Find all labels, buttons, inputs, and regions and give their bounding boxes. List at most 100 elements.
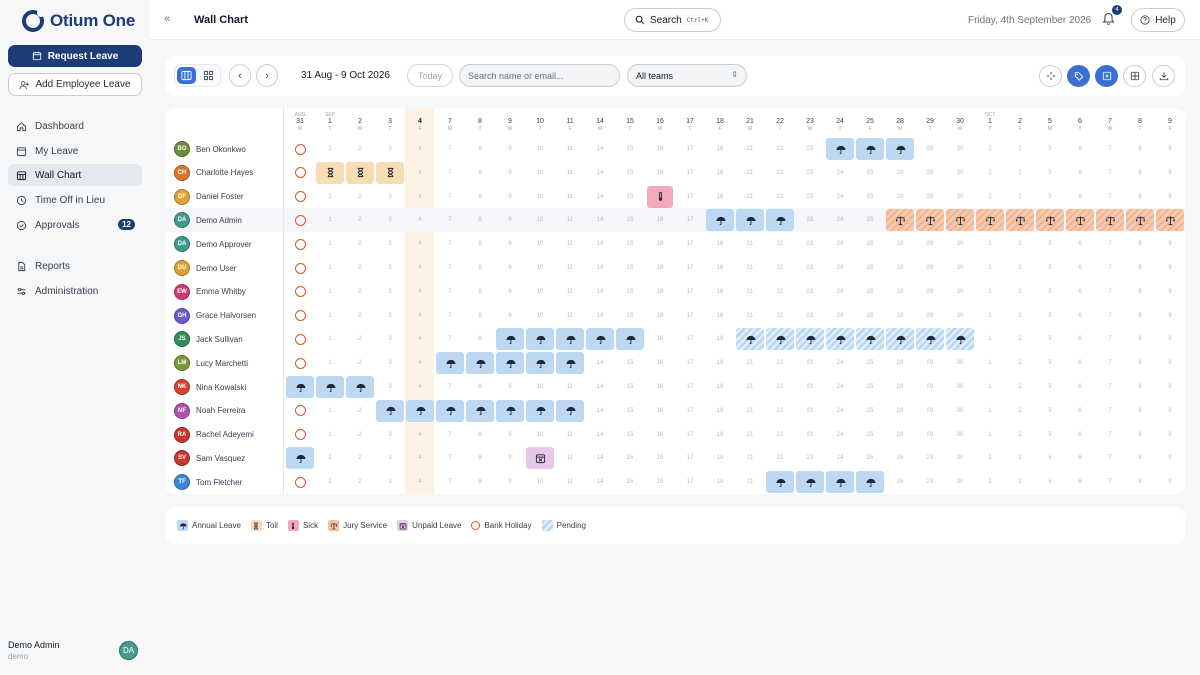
day-cell[interactable]: 10 <box>525 232 555 256</box>
day-cell[interactable]: 22 <box>765 399 795 423</box>
employee-row[interactable]: LM Lucy Marchetti <box>165 351 283 375</box>
day-cell[interactable]: 9 <box>1155 185 1185 209</box>
day-cell[interactable] <box>285 304 315 328</box>
day-cell[interactable] <box>285 327 315 351</box>
day-cell[interactable]: 8 <box>1125 280 1155 304</box>
day-cell[interactable]: 2 <box>1005 470 1035 494</box>
day-cell[interactable]: 9 <box>1155 232 1185 256</box>
day-cell[interactable]: 25 <box>855 446 885 470</box>
day-cell[interactable] <box>285 256 315 280</box>
day-cell[interactable]: 28 <box>885 232 915 256</box>
day-cell[interactable]: 2 <box>345 280 375 304</box>
next-period-button[interactable]: › <box>256 64 278 87</box>
leave-chip-jury[interactable] <box>916 209 944 232</box>
leave-chip-jury[interactable] <box>1066 209 1094 232</box>
day-cell[interactable]: 15 <box>615 351 645 375</box>
day-cell[interactable]: 15 <box>615 304 645 328</box>
day-cell[interactable]: 1 <box>975 399 1005 423</box>
day-cell[interactable]: 28 <box>885 161 915 185</box>
day-cell[interactable]: 6 <box>1065 327 1095 351</box>
day-cell[interactable]: 22 <box>765 351 795 375</box>
leave-chip-annual[interactable] <box>466 352 494 375</box>
day-cell[interactable] <box>825 327 855 351</box>
day-cell[interactable] <box>615 327 645 351</box>
day-cell[interactable] <box>285 375 315 399</box>
day-cell[interactable]: 7 <box>1095 256 1125 280</box>
day-cell[interactable] <box>285 161 315 185</box>
day-cell[interactable]: 16 <box>645 256 675 280</box>
day-cell[interactable]: 25 <box>855 280 885 304</box>
day-cell[interactable]: 7 <box>1095 161 1125 185</box>
day-cell[interactable]: 1 <box>315 232 345 256</box>
sparkle-button[interactable] <box>1039 65 1062 87</box>
day-cell[interactable] <box>285 399 315 423</box>
day-cell[interactable] <box>285 232 315 256</box>
day-cell[interactable]: 14 <box>585 185 615 209</box>
leave-chip-annual[interactable] <box>766 209 794 232</box>
day-cell[interactable]: 30 <box>945 304 975 328</box>
day-cell[interactable]: 28 <box>885 304 915 328</box>
employee-name[interactable]: Demo User <box>196 264 236 273</box>
day-cell[interactable]: 3 <box>375 351 405 375</box>
day-cell[interactable]: 21 <box>735 470 765 494</box>
app-logo[interactable]: Otium One <box>22 9 135 32</box>
day-cell[interactable]: 7 <box>1095 280 1125 304</box>
bell-icon[interactable] <box>1102 12 1115 26</box>
day-cell[interactable] <box>795 327 825 351</box>
day-cell[interactable]: 10 <box>525 375 555 399</box>
day-cell[interactable]: 18 <box>705 351 735 375</box>
day-cell[interactable]: 7 <box>435 304 465 328</box>
day-cell[interactable] <box>585 327 615 351</box>
day-cell[interactable]: 4 <box>405 137 435 161</box>
day-cell[interactable]: 22 <box>765 161 795 185</box>
day-cell[interactable]: 9 <box>1155 351 1185 375</box>
day-cell[interactable]: 4 <box>405 327 435 351</box>
day-cell[interactable]: 1 <box>975 470 1005 494</box>
day-cell[interactable]: 18 <box>705 470 735 494</box>
day-cell[interactable]: 11 <box>555 446 585 470</box>
day-cell[interactable]: 22 <box>765 446 795 470</box>
day-cell[interactable]: 1 <box>975 327 1005 351</box>
sidebar-item-my-leave[interactable]: My Leave <box>8 140 142 162</box>
day-cell[interactable]: 17 <box>675 399 705 423</box>
help-button[interactable]: Help <box>1131 8 1185 32</box>
day-cell[interactable]: 8 <box>1125 470 1155 494</box>
day-cell[interactable]: 8 <box>465 470 495 494</box>
day-cell[interactable]: 7 <box>435 137 465 161</box>
day-cell[interactable]: 6 <box>1065 232 1095 256</box>
day-cell[interactable]: 11 <box>555 137 585 161</box>
day-cell[interactable] <box>645 185 675 209</box>
day-cell[interactable]: 22 <box>765 185 795 209</box>
day-cell[interactable] <box>375 399 405 423</box>
day-cell[interactable]: 9 <box>1155 304 1185 328</box>
day-cell[interactable]: 21 <box>735 399 765 423</box>
day-cell[interactable]: 16 <box>645 351 675 375</box>
day-cell[interactable]: 10 <box>525 161 555 185</box>
day-cell[interactable]: 23 <box>795 256 825 280</box>
day-cell[interactable]: 1 <box>315 399 345 423</box>
day-cell[interactable]: 2 <box>345 304 375 328</box>
employee-name[interactable]: Grace Halvorsen <box>196 311 256 320</box>
day-cell[interactable]: 7 <box>1095 399 1125 423</box>
day-cell[interactable]: 21 <box>735 280 765 304</box>
day-cell[interactable]: 5 <box>1035 185 1065 209</box>
day-cell[interactable]: 9 <box>495 232 525 256</box>
day-cell[interactable]: 24 <box>825 351 855 375</box>
employee-row[interactable]: EW Emma Whitby <box>165 280 283 304</box>
day-cell[interactable] <box>525 327 555 351</box>
day-cell[interactable]: 11 <box>555 232 585 256</box>
day-cell[interactable]: 1 <box>315 208 345 232</box>
employee-name[interactable]: Demo Admin <box>196 216 242 225</box>
employee-row[interactable]: NF Noah Ferreira <box>165 399 283 423</box>
leave-chip-pending[interactable] <box>826 328 854 351</box>
day-cell[interactable]: 30 <box>945 185 975 209</box>
day-cell[interactable]: 8 <box>1125 161 1155 185</box>
collapse-sidebar-icon[interactable]: « <box>164 13 170 25</box>
leave-chip-jury[interactable] <box>976 209 1004 232</box>
day-cell[interactable]: 15 <box>615 256 645 280</box>
day-cell[interactable]: 2 <box>1005 280 1035 304</box>
day-cell[interactable]: 29 <box>915 137 945 161</box>
day-cell[interactable]: 23 <box>795 161 825 185</box>
day-cell[interactable]: 16 <box>645 327 675 351</box>
day-cell[interactable]: 2 <box>345 137 375 161</box>
